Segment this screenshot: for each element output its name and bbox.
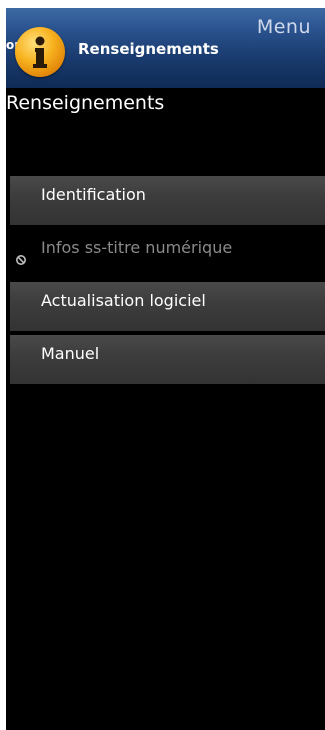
disabled-icon [16, 255, 26, 265]
menu-label: Menu [256, 16, 311, 38]
info-icon [15, 27, 65, 77]
menu-item-label: Actualisation logiciel [41, 291, 206, 310]
header-title: Renseignements [78, 40, 219, 58]
menu-item-label: Identification [41, 185, 146, 204]
menu-item-identification[interactable]: Identification [10, 176, 325, 225]
menu-list: Identification Infos ss-titre numérique … [10, 176, 325, 388]
page-title: Renseignements [6, 92, 165, 114]
header-bar: or Renseignements Menu [6, 8, 325, 88]
info-glyph [33, 36, 47, 68]
menu-item-label: Infos ss-titre numérique [41, 238, 233, 257]
menu-item-manuel[interactable]: Manuel [10, 335, 325, 384]
menu-item-infos-sous-titre: Infos ss-titre numérique [10, 229, 325, 278]
tv-menu-screen: or Renseignements Menu Renseignements Id… [6, 8, 325, 730]
menu-item-actualisation-logiciel[interactable]: Actualisation logiciel [10, 282, 325, 331]
menu-item-label: Manuel [41, 344, 100, 363]
